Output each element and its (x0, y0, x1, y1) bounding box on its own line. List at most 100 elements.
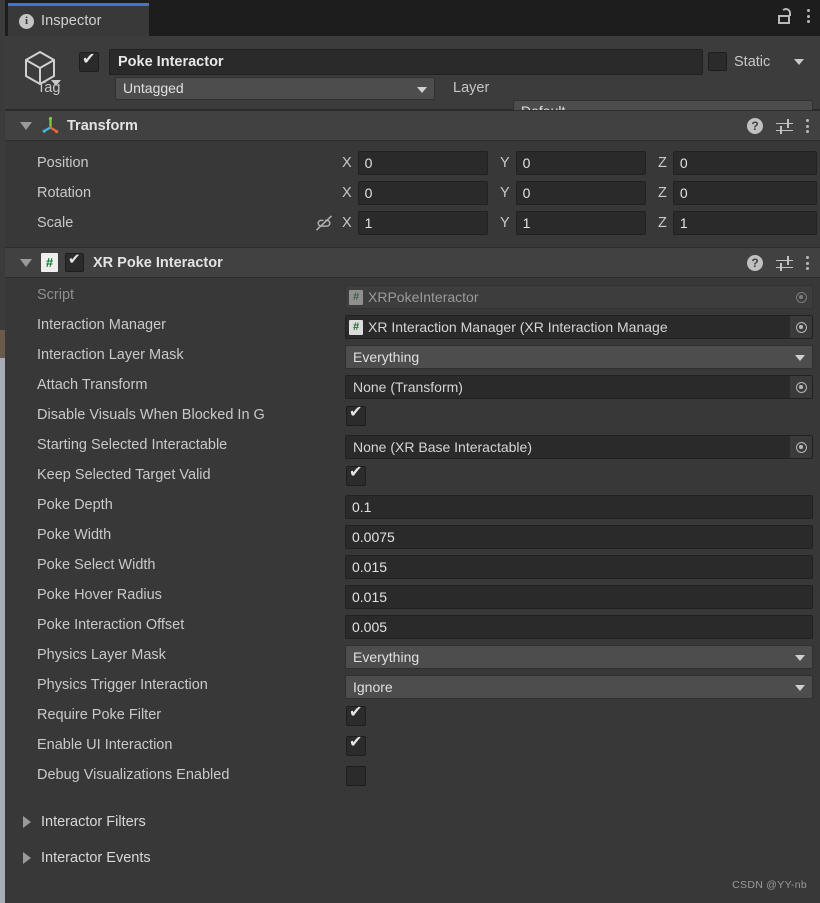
transform-row-rotation: Rotation X 0 Y 0 Z 0 (5, 178, 820, 208)
foldout-arrow-right-icon (23, 816, 31, 828)
property-value: Everything (353, 349, 420, 365)
debug-visualizations-checkbox-wrap (346, 765, 368, 789)
axis-label-y: Y (500, 155, 510, 171)
transform-axis-icon (42, 116, 59, 134)
axis-label-z: Z (658, 185, 667, 201)
property-row-poke-depth: Poke Depth 0.1 (5, 492, 820, 522)
debug-visualizations-checkbox[interactable] (346, 766, 366, 786)
link-broken-icon[interactable] (315, 215, 333, 231)
property-row-physics-layer-mask: Physics Layer Mask Everything (5, 642, 820, 672)
help-icon[interactable]: ? (747, 255, 763, 271)
interaction-manager-object-field[interactable]: # XR Interaction Manager (XR Interaction… (345, 315, 813, 339)
component-title-transform: Transform (67, 117, 138, 134)
property-value: None (XR Base Interactable) (353, 439, 532, 455)
object-picker-icon[interactable] (790, 436, 812, 458)
object-picker-icon (790, 286, 812, 308)
require-poke-filter-checkbox[interactable] (346, 703, 366, 726)
property-label: Poke Depth (37, 497, 113, 513)
info-icon: i (19, 13, 34, 29)
component-header-xr-poke-interactor[interactable]: # XR Poke Interactor ? (5, 247, 820, 278)
property-row-poke-select-width: Poke Select Width 0.015 (5, 552, 820, 582)
poke-width-input-wrap: 0.0075 (345, 525, 813, 549)
poke-hover-radius-input[interactable]: 0.015 (345, 585, 813, 609)
tab-inspector[interactable]: i Inspector (8, 3, 149, 36)
property-label: Debug Visualizations Enabled (37, 767, 230, 783)
foldout-interactor-events[interactable]: Interactor Events (5, 840, 820, 876)
disable-visuals-checkbox[interactable] (346, 403, 366, 426)
property-row-attach-transform: Attach Transform None (Transform) (5, 372, 820, 402)
scale-y-input[interactable]: 1 (515, 211, 646, 235)
axis-label-y: Y (500, 215, 510, 231)
interaction-layer-mask-dropdown[interactable]: Everything (345, 345, 813, 369)
property-label: Poke Interaction Offset (37, 617, 185, 633)
require-poke-filter-checkbox-wrap (346, 703, 368, 729)
poke-select-width-input[interactable]: 0.015 (345, 555, 813, 579)
property-row-script: Script # XRPokeInteractor (5, 282, 820, 312)
position-z-input[interactable]: 0 (672, 151, 817, 175)
inspector-panel: Poke Interactor Static Tag Untagged Laye… (5, 36, 820, 903)
transform-body: Position X 0 Y 0 Z 0 Rotation X 0 Y 0 Z … (5, 141, 820, 247)
axis-label-z: Z (658, 155, 667, 171)
property-row-debug-visualizations-enabled: Debug Visualizations Enabled (5, 762, 820, 792)
property-value: Everything (353, 649, 420, 665)
preset-settings-icon[interactable] (776, 118, 793, 134)
poke-select-width-input-wrap: 0.015 (345, 555, 813, 579)
tab-label: Inspector (41, 13, 102, 29)
property-row-poke-width: Poke Width 0.0075 (5, 522, 820, 552)
position-y-input[interactable]: 0 (515, 151, 646, 175)
property-label: Physics Layer Mask (37, 647, 166, 663)
property-row-interaction-layer-mask: Interaction Layer Mask Everything (5, 342, 820, 372)
keep-selected-target-valid-checkbox[interactable] (346, 463, 366, 486)
preset-settings-icon[interactable] (776, 255, 793, 271)
property-value: None (Transform) (353, 379, 463, 395)
kebab-menu-icon[interactable] (807, 9, 810, 23)
foldout-arrow-transform[interactable] (20, 121, 32, 130)
enable-ui-interaction-checkbox[interactable] (346, 733, 366, 756)
property-label: Keep Selected Target Valid (37, 467, 211, 483)
rotation-y-input[interactable]: 0 (515, 181, 646, 205)
disable-visuals-checkbox-wrap (346, 403, 368, 429)
help-icon[interactable]: ? (747, 118, 763, 134)
object-picker-icon[interactable] (790, 376, 812, 398)
foldout-interactor-filters[interactable]: Interactor Filters (5, 804, 820, 840)
static-checkbox[interactable] (708, 52, 727, 71)
property-label: Disable Visuals When Blocked In G (37, 407, 265, 423)
foldout-arrow-xr-poke-interactor[interactable] (20, 258, 32, 267)
foldout-label: Interactor Filters (41, 814, 146, 830)
axis-label-x: X (342, 185, 352, 201)
property-value: Ignore (353, 679, 393, 695)
attach-transform-object-field[interactable]: None (Transform) (345, 375, 813, 399)
position-x-input[interactable]: 0 (357, 151, 488, 175)
scale-x-input[interactable]: 1 (357, 211, 488, 235)
physics-layer-mask-dropdown[interactable]: Everything (345, 645, 813, 669)
kebab-menu-icon[interactable] (806, 119, 809, 133)
poke-interaction-offset-input[interactable]: 0.005 (345, 615, 813, 639)
interaction-layer-mask-dropdown-wrap: Everything (345, 345, 813, 369)
poke-interaction-offset-input-wrap: 0.005 (345, 615, 813, 639)
rotation-x-input[interactable]: 0 (357, 181, 488, 205)
starting-selected-interactable-object-field[interactable]: None (XR Base Interactable) (345, 435, 813, 459)
enable-ui-interaction-checkbox-wrap (346, 733, 368, 759)
property-row-disable-visuals-when-blocked: Disable Visuals When Blocked In G (5, 402, 820, 432)
tag-dropdown[interactable]: Untagged (115, 77, 435, 100)
poke-width-input[interactable]: 0.0075 (345, 525, 813, 549)
property-label: Starting Selected Interactable (37, 437, 228, 453)
component-enabled-checkbox[interactable] (65, 250, 84, 272)
foldout-label: Interactor Events (41, 850, 151, 866)
property-value: XRPokeInteractor (368, 289, 479, 305)
inspector-tab-strip: i Inspector (5, 0, 820, 36)
physics-trigger-interaction-dropdown[interactable]: Ignore (345, 675, 813, 699)
axis-label-x: X (342, 215, 352, 231)
row-label: Rotation (37, 185, 92, 201)
poke-depth-input[interactable]: 0.1 (345, 495, 813, 519)
gameobject-enabled-checkbox[interactable] (79, 50, 99, 72)
lock-open-icon[interactable] (778, 8, 793, 24)
object-picker-icon[interactable] (790, 316, 812, 338)
static-dropdown-chevron-icon[interactable] (794, 59, 804, 65)
rotation-z-input[interactable]: 0 (672, 181, 817, 205)
scale-z-input[interactable]: 1 (672, 211, 817, 235)
component-header-transform[interactable]: Transform ? (5, 110, 820, 141)
gameobject-name-input[interactable]: Poke Interactor (109, 49, 703, 75)
kebab-menu-icon[interactable] (806, 256, 809, 270)
property-row-enable-ui-interaction: Enable UI Interaction (5, 732, 820, 762)
